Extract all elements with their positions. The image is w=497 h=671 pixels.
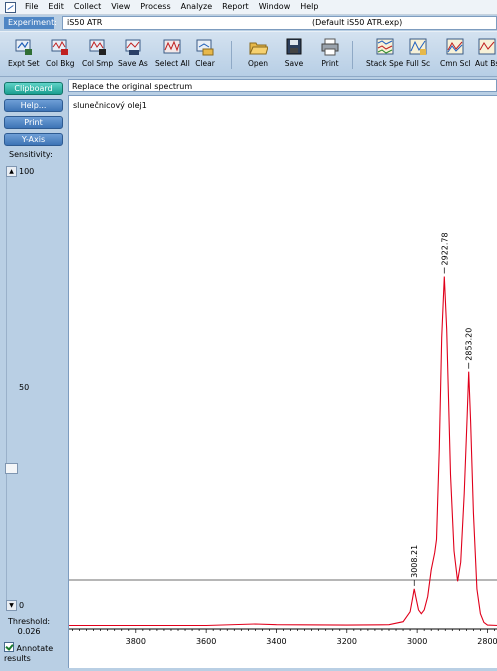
toolbar-separator — [352, 41, 353, 69]
clear-button[interactable]: Clear — [195, 38, 215, 68]
open-label: Open — [248, 59, 269, 68]
spectrum-line — [69, 276, 497, 627]
peak-label: 3008.21 — [410, 545, 419, 578]
clipboard-button[interactable]: Clipboard — [4, 82, 63, 95]
peak-label: 2922.78 — [440, 232, 449, 265]
experiment-bar: Experiment: iS50 ATR (Default iS50 ATR.e… — [0, 15, 497, 30]
save-label: Save — [284, 59, 304, 68]
stack-spectra-label: Stack Spe — [366, 59, 404, 68]
peak-label: 2853.20 — [465, 328, 474, 361]
sensitivity-mid-value: 50 — [19, 383, 30, 392]
full-scale-icon — [408, 38, 428, 56]
auto-baseline-label: Aut Bs — [475, 59, 497, 68]
menu-bar: File Edit Collect View Process Analyze R… — [0, 0, 497, 15]
menu-window[interactable]: Window — [254, 0, 296, 14]
menu-edit[interactable]: Edit — [43, 0, 69, 14]
x-tick-label: 3600 — [196, 637, 216, 646]
left-panel: Clipboard Help... Print Y-Axis Sensitivi… — [0, 80, 68, 671]
expt-set-button[interactable]: Expt Set — [8, 38, 40, 68]
auto-baseline-icon — [477, 38, 497, 56]
threshold-readout: Threshold: 0.026 — [8, 617, 50, 637]
col-bkg-button[interactable]: Col Bkg — [46, 38, 75, 68]
col-bkg-label: Col Bkg — [46, 59, 75, 68]
checkmark-icon — [4, 642, 14, 652]
common-scale-icon — [445, 38, 465, 56]
menu-help[interactable]: Help — [295, 0, 323, 14]
sensitivity-label: Sensitivity: — [9, 150, 53, 159]
expt-set-label: Expt Set — [8, 59, 40, 68]
toolbar-separator — [231, 41, 232, 69]
x-tick-label: 2800 — [477, 637, 497, 646]
x-tick-label: 3000 — [407, 637, 427, 646]
threshold-label: Threshold: — [8, 617, 51, 626]
stack-spectra-button[interactable]: Stack Spe — [366, 38, 403, 68]
threshold-value: 0.026 — [17, 627, 41, 636]
clear-icon — [195, 38, 215, 56]
y-axis-button[interactable]: Y-Axis — [4, 133, 63, 146]
menu-view[interactable]: View — [106, 0, 135, 14]
save-as-icon — [123, 38, 143, 56]
open-button[interactable]: Open — [248, 38, 269, 68]
auto-baseline-button[interactable]: Aut Bs — [475, 38, 497, 68]
x-tick-label: 3400 — [266, 637, 286, 646]
spectrum-chart: 3800 3600 3400 3200 3000 2800 3008.21 2922.78 28… — [69, 232, 497, 646]
help-button[interactable]: Help... — [4, 99, 63, 112]
clear-label: Clear — [195, 59, 215, 68]
collect-sample-icon — [88, 38, 108, 56]
menu-collect[interactable]: Collect — [69, 0, 106, 14]
sensitivity-max-value: 100 — [19, 167, 35, 176]
annotate-results-checkbox[interactable]: Annotate results — [4, 642, 68, 664]
open-folder-icon — [248, 38, 269, 56]
col-smp-label: Col Smp — [82, 59, 114, 68]
save-as-button[interactable]: Save As — [118, 38, 148, 68]
experiment-select[interactable]: iS50 ATR (Default iS50 ATR.exp) — [62, 15, 497, 30]
omnic-app-icon[interactable] — [5, 1, 16, 13]
experiment-setup-icon — [14, 38, 34, 56]
select-all-label: Select All — [155, 59, 190, 68]
menu-analyze[interactable]: Analyze — [176, 0, 218, 14]
menu-report[interactable]: Report — [217, 0, 254, 14]
common-scale-label: Cmn Scl — [440, 59, 471, 68]
collect-background-icon — [50, 38, 70, 56]
save-button[interactable]: Save — [284, 38, 304, 68]
x-tick-label: 3800 — [126, 637, 146, 646]
print-button[interactable]: Print — [320, 38, 340, 68]
toolbar: Expt Set Col Bkg Col Smp Save As Select … — [0, 31, 497, 77]
common-scale-button[interactable]: Cmn Scl — [440, 38, 471, 68]
menu-process[interactable]: Process — [135, 0, 175, 14]
experiment-value: iS50 ATR — [67, 17, 103, 27]
save-as-label: Save As — [118, 59, 148, 68]
full-scale-button[interactable]: Full Sc — [406, 38, 430, 68]
select-all-icon — [162, 38, 182, 56]
slider-up-arrow-icon[interactable]: ▲ — [6, 166, 17, 177]
printer-icon — [320, 38, 340, 56]
floppy-disk-icon — [284, 38, 304, 56]
stack-spectra-icon — [375, 38, 395, 56]
full-scale-label: Full Sc — [406, 59, 431, 68]
print-label: Print — [321, 59, 339, 68]
sensitivity-slider-track[interactable] — [6, 166, 17, 610]
print-panel-button[interactable]: Print — [4, 116, 63, 129]
spectrum-title-field[interactable]: Replace the original spectrum — [68, 79, 497, 92]
x-tick-label: 3200 — [337, 637, 357, 646]
col-smp-button[interactable]: Col Smp — [82, 38, 113, 68]
sensitivity-min-value: 0 — [19, 601, 25, 610]
select-all-button[interactable]: Select All — [155, 38, 190, 68]
experiment-label: Experiment: — [4, 16, 57, 29]
experiment-file: (Default iS50 ATR.exp) — [312, 17, 403, 27]
sensitivity-slider-thumb[interactable] — [5, 463, 18, 474]
spectrum-plot-area[interactable]: slunečnicový olej1 3800 3600 3400 3200 3000 2… — [68, 95, 497, 668]
menu-file[interactable]: File — [20, 0, 43, 14]
slider-down-arrow-icon[interactable]: ▼ — [6, 600, 17, 611]
